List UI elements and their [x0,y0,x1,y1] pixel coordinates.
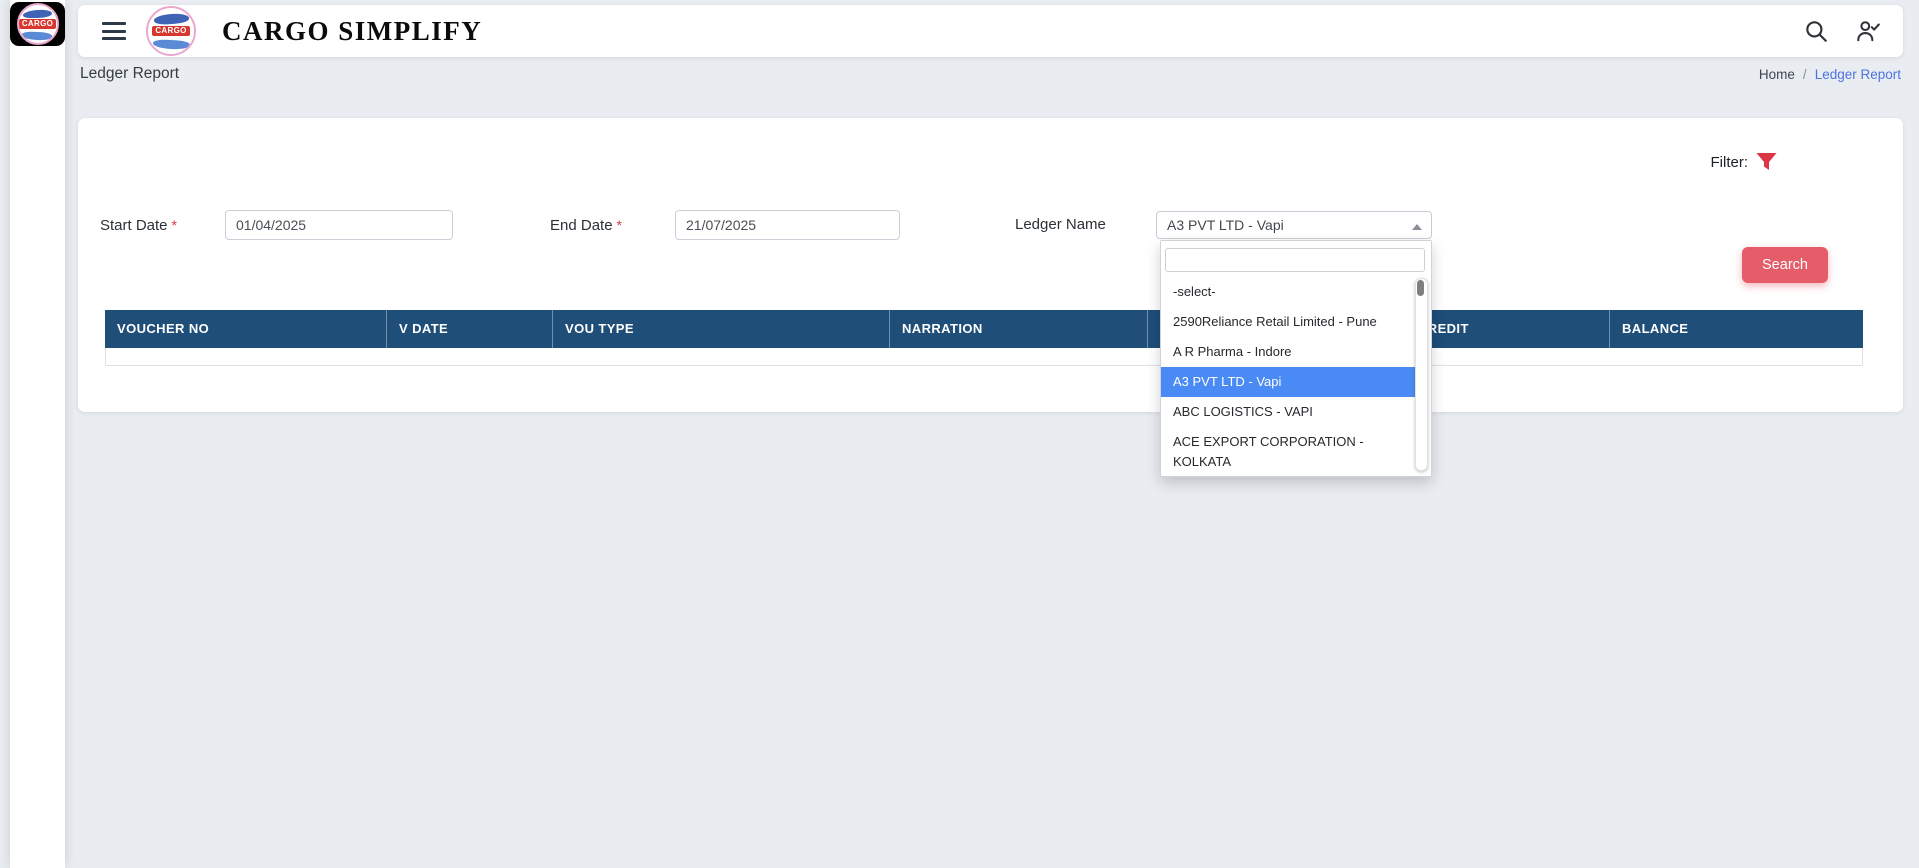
dropdown-option[interactable]: -select- [1161,277,1417,307]
sidebar-logo[interactable]: CARGO [10,2,65,46]
ledger-name-selected-value: A3 PVT LTD - Vapi [1167,217,1284,233]
required-asterisk: * [172,217,177,233]
sidebar: CARGO [10,0,65,868]
search-button[interactable]: Search [1742,247,1828,283]
dropdown-option-selected[interactable]: A3 PVT LTD - Vapi [1161,367,1417,397]
filter-form-row: Start Date* End Date* Ledger Name A3 PVT… [78,210,1903,240]
table-header-row: VOUCHER NO V DATE VOU TYPE NARRATION DEB… [105,310,1863,348]
breadcrumb-home[interactable]: Home [1759,67,1795,82]
column-balance: BALANCE [1610,310,1863,348]
start-date-label: Start Date* [100,210,177,241]
end-date-label: End Date* [550,210,622,241]
filter-label: Filter: [1711,154,1749,171]
funnel-icon[interactable] [1754,150,1779,174]
top-header: CARGO CARGO SIMPLIFY [78,5,1903,57]
column-narration: NARRATION [890,310,1148,348]
ledger-name-label: Ledger Name [1015,210,1106,240]
chevron-up-icon [1412,224,1422,230]
breadcrumb-current[interactable]: Ledger Report [1815,67,1901,82]
start-date-input[interactable] [225,210,453,240]
cargo-logo-icon: CARGO [17,3,59,45]
filter-control[interactable]: Filter: [1711,150,1780,174]
ledger-name-select[interactable]: A3 PVT LTD - Vapi [1156,211,1432,239]
dropdown-search-input[interactable] [1165,248,1425,272]
dropdown-option[interactable]: ABC LOGISTICS - VAPI [1161,397,1417,427]
ledger-report-card: Filter: Start Date* End Date* Ledger Nam… [78,118,1903,412]
end-date-input[interactable] [675,210,900,240]
breadcrumb-separator: / [1803,67,1807,82]
dropdown-scrollbar[interactable] [1415,278,1428,471]
column-vou-type: VOU TYPE [553,310,890,348]
column-v-date: V DATE [387,310,553,348]
dropdown-option[interactable]: 2590Reliance Retail Limited - Pune [1161,307,1417,337]
dropdown-option[interactable]: ACE EXPORT CORPORATION - KOLKATA [1161,427,1417,477]
menu-toggle-icon[interactable] [102,22,126,40]
dropdown-option-list: -select- 2590Reliance Retail Limited - P… [1161,277,1417,477]
search-icon[interactable] [1803,18,1829,44]
column-voucher-no: VOUCHER NO [105,310,387,348]
cargo-logo-icon: CARGO [146,6,196,56]
breadcrumb-row: Ledger Report Home / Ledger Report [78,60,1903,88]
app-title: CARGO SIMPLIFY [222,16,482,47]
table-empty-row [105,348,1863,366]
breadcrumb: Home / Ledger Report [1759,67,1901,82]
dropdown-option[interactable]: A R Pharma - Indore [1161,337,1417,367]
required-asterisk: * [617,217,622,233]
ledger-name-dropdown: -select- 2590Reliance Retail Limited - P… [1160,240,1432,477]
dropdown-scrollbar-thumb[interactable] [1417,280,1424,296]
ledger-table: VOUCHER NO V DATE VOU TYPE NARRATION DEB… [105,310,1863,366]
column-credit: CREDIT [1406,310,1610,348]
page-title: Ledger Report [80,65,179,83]
user-check-icon[interactable] [1855,18,1881,44]
